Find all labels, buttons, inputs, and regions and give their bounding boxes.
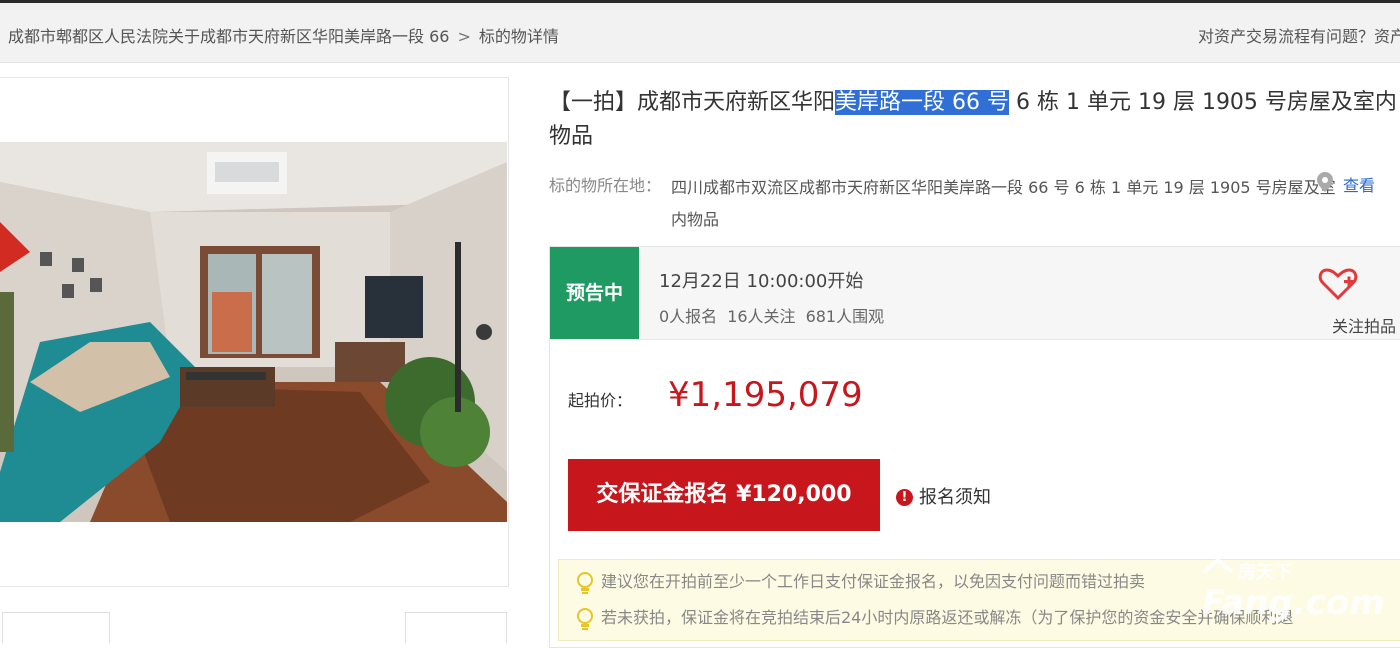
breadcrumb: 成都市郫都区人民法院关于成都市天府新区华阳美岸路一段 66 > 标的物详情 <box>8 23 559 47</box>
auction-stats: 0人报名 16人关注 681人围观 <box>659 303 894 327</box>
heart-plus-icon[interactable] <box>1318 267 1358 301</box>
follow-label[interactable]: 关注拍品 <box>1332 313 1396 337</box>
tip-text: 若未获拍，保证金将在竞拍结束后24小时内原路返还或解冻（为了保护您的资金安全并确… <box>601 608 1294 627</box>
title-highlight: 美岸路一段 66 号 <box>835 90 1009 115</box>
main-photo[interactable] <box>0 142 507 522</box>
watermark-cn: 房天下 <box>1238 561 1292 583</box>
status-row: 预告中 12月22日 10:00:00开始 0人报名 16人关注 681人围观 关注… <box>550 247 1400 340</box>
help-link[interactable]: 对资产交易流程有问题？资产 <box>1198 23 1400 47</box>
tip-text: 建议您在开拍前至少一个工作日支付保证金报名，以免因支付问题而错过拍卖 <box>601 572 1146 591</box>
breadcrumb-current: 标的物详情 <box>478 27 559 46</box>
start-time: 12月22日 10:00:00开始 <box>659 271 864 292</box>
start-price-label: 起拍价： <box>568 391 633 410</box>
lightbulb-icon <box>577 571 593 594</box>
breadcrumb-separator: > <box>457 27 471 46</box>
start-price: ¥1,195,079 <box>668 375 863 415</box>
breadcrumb-bar: 成都市郫都区人民法院关于成都市天府新区华阳美岸路一段 66 > 标的物详情 对资产交… <box>0 3 1400 63</box>
location-text: 四川成都市双流区成都市天府新区华阳美岸路一段 66 号 6 栋 1 单元 19 … <box>671 178 1336 229</box>
map-link[interactable]: 查看 <box>1317 172 1376 196</box>
status-badge: 预告中 <box>550 247 639 339</box>
fang-watermark: 房天下 Fang.com <box>1202 557 1385 623</box>
registered-count: 0人报名 <box>659 307 718 326</box>
gallery-prev-button[interactable] <box>2 612 110 643</box>
registration-notice-label: 报名须知 <box>919 487 991 508</box>
title-prefix: 【一拍】成都市天府新区华阳 <box>549 90 836 115</box>
item-title: 【一拍】成都市天府新区华阳美岸路一段 66 号 6 栋 1 单元 19 层 19… <box>549 86 1400 154</box>
map-link-label: 查看 <box>1343 176 1376 195</box>
deposit-register-button[interactable]: 交保证金报名 ¥120,000 <box>568 459 880 531</box>
gallery-next-button[interactable] <box>405 612 507 643</box>
follower-count: 16人关注 <box>727 307 796 326</box>
tip-item: 建议您在开拍前至少一个工作日支付保证金报名，以免因支付问题而错过拍卖 <box>575 568 1145 595</box>
map-pin-icon <box>1317 172 1333 192</box>
warning-icon: ! <box>896 489 913 506</box>
location-label: 标的物所在地： <box>549 176 662 195</box>
living-room-photo <box>0 142 507 522</box>
breadcrumb-court-link[interactable]: 成都市郫都区人民法院关于成都市天府新区华阳美岸路一段 66 <box>8 27 449 46</box>
registration-notice-link[interactable]: ! 报名须知 <box>896 483 991 509</box>
viewer-count: 681人围观 <box>805 307 885 326</box>
watermark-en: Fang.com <box>1202 583 1385 623</box>
